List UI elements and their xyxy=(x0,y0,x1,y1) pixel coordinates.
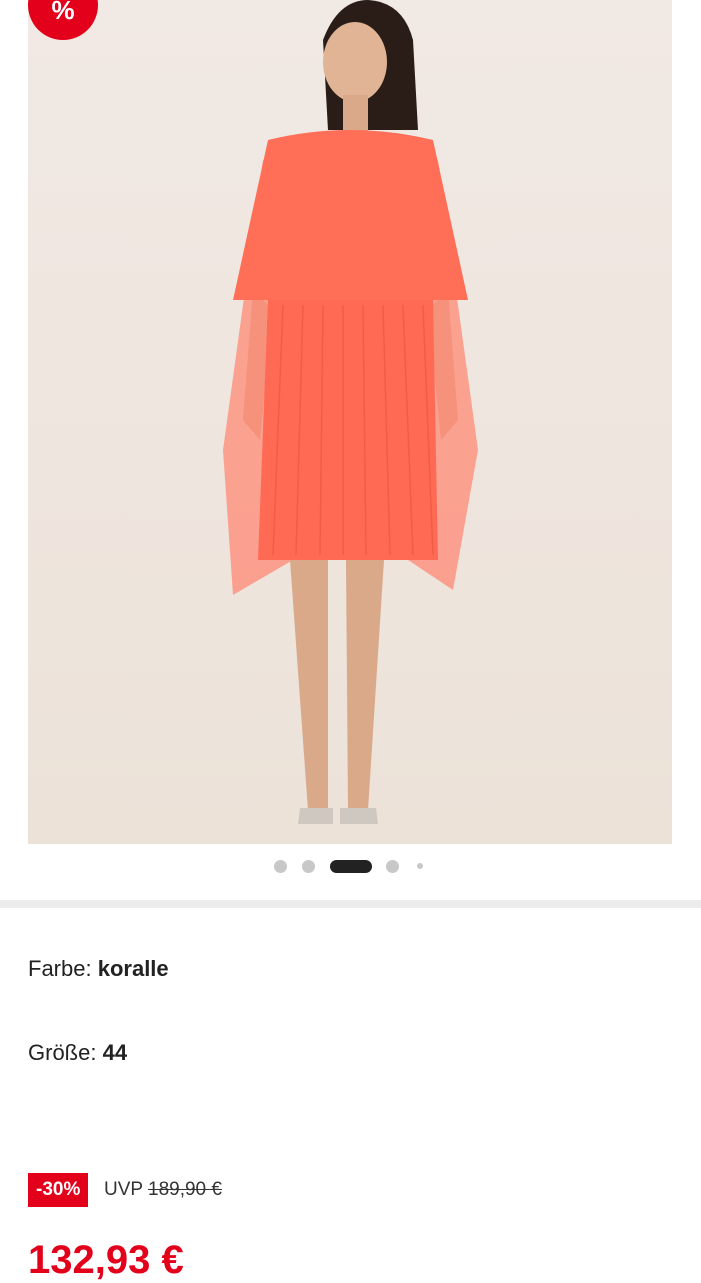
uvp-price: UVP 189,90 € xyxy=(104,1179,222,1201)
size-attribute: Größe: 44 xyxy=(28,1040,127,1066)
color-value: koralle xyxy=(97,956,169,981)
size-value: 44 xyxy=(102,1040,128,1065)
product-image-gallery[interactable] xyxy=(28,0,672,844)
uvp-label: UVP xyxy=(104,1179,143,1200)
old-price: 189,90 € xyxy=(148,1179,222,1200)
gallery-dot[interactable] xyxy=(417,863,423,869)
size-label: Größe: xyxy=(28,1040,97,1065)
color-label: Farbe: xyxy=(28,956,92,981)
current-price: 132,93 € xyxy=(28,1238,184,1282)
gallery-dot[interactable] xyxy=(386,860,399,873)
product-image xyxy=(223,0,478,824)
gallery-dot-active[interactable] xyxy=(330,860,372,873)
discount-badge: -30% xyxy=(28,1173,89,1207)
gallery-dot[interactable] xyxy=(274,860,287,873)
gallery-dot[interactable] xyxy=(302,860,315,873)
color-attribute: Farbe: koralle xyxy=(28,956,169,982)
gallery-pagination xyxy=(0,858,701,874)
section-divider xyxy=(0,900,701,908)
percent-icon: % xyxy=(51,0,75,25)
